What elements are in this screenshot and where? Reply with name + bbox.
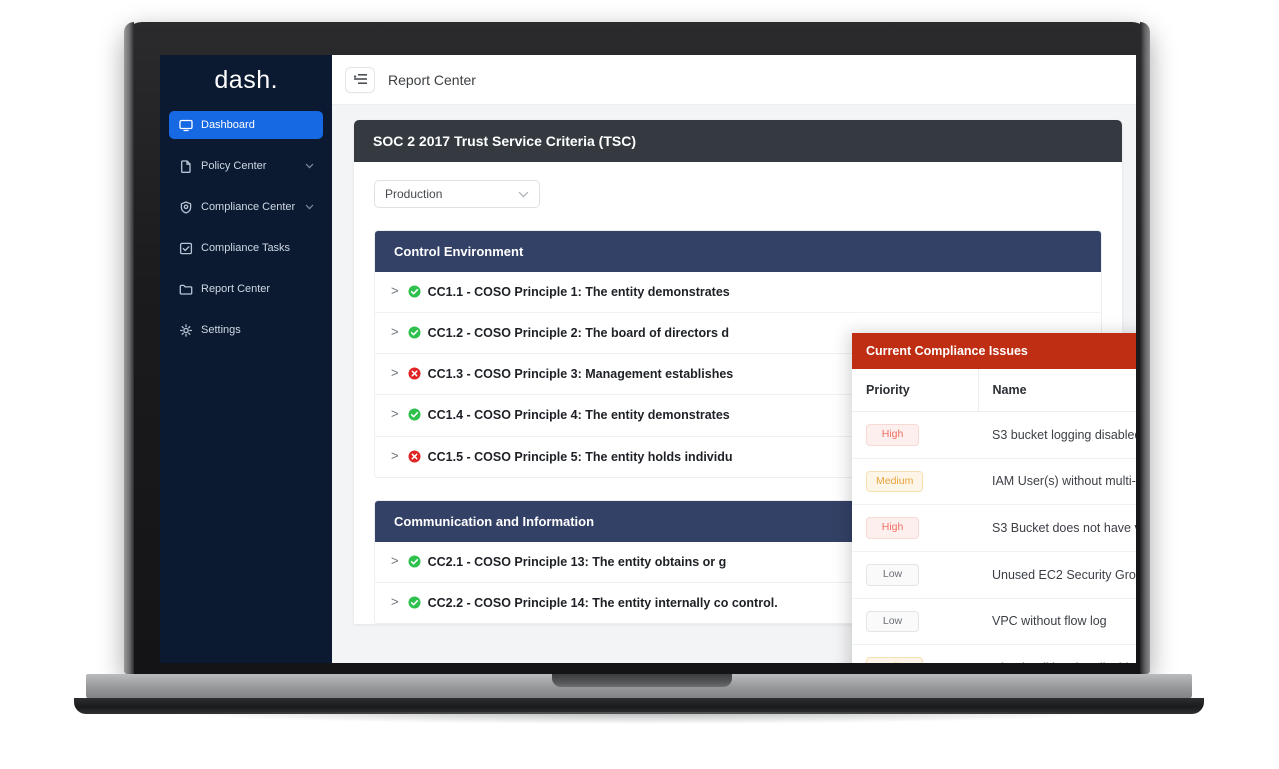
screenshot-stage: dash. Dashboard Policy Center Compliance C… xyxy=(0,0,1279,769)
chevron-right-icon[interactable]: > xyxy=(391,406,399,423)
laptop-shadow xyxy=(180,712,1100,724)
sidebar-item-label: Settings xyxy=(201,324,241,336)
issue-name-cell: S3 Bucket does not have versioning enabl… xyxy=(978,504,1136,552)
gear-icon xyxy=(178,323,193,337)
issue-row[interactable]: High S3 Bucket does not have versioning e… xyxy=(852,504,1136,552)
brand-logo: dash. xyxy=(160,55,332,105)
issue-row[interactable]: High S3 bucket logging disabled xyxy=(852,411,1136,459)
sidebar-item-policy-center[interactable]: Policy Center xyxy=(169,152,323,180)
issues-table: Priority Name High S3 bucket logging disa… xyxy=(852,369,1136,663)
issue-priority-cell: High xyxy=(852,411,978,459)
priority-badge: Medium xyxy=(866,657,924,663)
sidebar-item-label: Compliance Tasks xyxy=(201,242,291,254)
column-header-name[interactable]: Name xyxy=(978,369,1136,412)
issue-row[interactable]: Low VPC without flow log xyxy=(852,598,1136,646)
chevron-down-icon[interactable] xyxy=(305,163,314,169)
control-label: CC1.3 - COSO Principle 3: Management est… xyxy=(427,367,734,382)
issue-priority-cell: Low xyxy=(852,598,978,646)
issue-priority-cell: High xyxy=(852,504,978,552)
issue-priority-cell: Medium xyxy=(852,458,978,506)
control-label: CC2.2 - COSO Principle 14: The entity in… xyxy=(427,595,778,610)
issue-row[interactable]: Low Unused EC2 Security Group(s) detected xyxy=(852,551,1136,599)
sidebar-item-report-center[interactable]: Report Center xyxy=(169,275,323,303)
laptop-screen: dash. Dashboard Policy Center Compliance C… xyxy=(160,55,1136,663)
control-label: CC2.1 - COSO Principle 13: The entity ob… xyxy=(427,554,727,569)
issue-name-cell: IAM User(s) without multi-factor authent… xyxy=(978,458,1136,506)
issue-priority-cell: Medium xyxy=(852,644,978,663)
status-fail-icon xyxy=(408,450,421,463)
sidebar-item-compliance-center[interactable]: Compliance Center xyxy=(169,193,323,221)
status-pass-icon xyxy=(408,408,421,421)
status-pass-icon xyxy=(408,555,421,568)
chevron-right-icon[interactable]: > xyxy=(391,594,399,611)
column-header-priority[interactable]: Priority xyxy=(852,369,979,412)
control-label: CC1.5 - COSO Principle 5: The entity hol… xyxy=(427,449,733,464)
sidebar-item-settings[interactable]: Settings xyxy=(169,316,323,344)
environment-select-value: Production xyxy=(385,187,443,201)
section-title: Control Environment xyxy=(375,231,1101,272)
priority-badge: Low xyxy=(866,610,919,633)
control-label: CC1.2 - COSO Principle 2: The board of d… xyxy=(427,326,730,341)
issue-name-cell: CloudTrail logging disabled xyxy=(978,644,1136,663)
content-area: SOC 2 2017 Trust Service Criteria (TSC) … xyxy=(332,105,1136,663)
priority-badge: Medium xyxy=(866,470,924,493)
issues-table-body: High S3 bucket logging disabled Medium IAM … xyxy=(852,411,1136,663)
card-title: SOC 2 2017 Trust Service Criteria (TSC) xyxy=(354,120,1122,162)
issue-name-cell: VPC without flow log xyxy=(978,598,1136,646)
shield-icon xyxy=(178,200,193,214)
brand-dot: . xyxy=(270,65,278,94)
issues-panel-title: Current Compliance Issues xyxy=(852,333,1136,369)
priority-badge: Low xyxy=(866,563,919,586)
sidebar-item-label: Policy Center xyxy=(201,160,267,172)
status-pass-icon xyxy=(408,596,421,609)
chevron-right-icon[interactable]: > xyxy=(391,324,399,341)
chevron-right-icon[interactable]: > xyxy=(391,365,399,382)
issue-name-cell: Unused EC2 Security Group(s) detected xyxy=(978,551,1136,599)
laptop-lid-right-edge xyxy=(1140,22,1150,674)
status-fail-icon xyxy=(408,367,421,380)
check-box-icon xyxy=(178,241,193,255)
sidebar-item-label: Compliance Center xyxy=(201,201,296,213)
chevron-right-icon[interactable]: > xyxy=(391,553,399,570)
issues-table-header-row: Priority Name xyxy=(852,369,1136,412)
priority-badge: High xyxy=(866,424,919,446)
priority-badge: High xyxy=(866,517,919,539)
sidebar-nav: Dashboard Policy Center Compliance Center C… xyxy=(160,105,332,344)
monitor-icon xyxy=(178,118,193,132)
chevron-down-icon xyxy=(518,191,529,198)
current-compliance-issues-panel: Current Compliance Issues Priority Name … xyxy=(852,333,1136,663)
status-pass-icon xyxy=(408,285,421,298)
chevron-right-icon[interactable]: > xyxy=(391,448,399,465)
application-window: dash. Dashboard Policy Center Compliance C… xyxy=(160,55,1136,663)
list-menu-icon[interactable] xyxy=(345,66,375,93)
issue-name-cell: S3 bucket logging disabled xyxy=(978,411,1136,459)
chevron-right-icon[interactable]: > xyxy=(391,283,399,300)
top-bar: Report Center xyxy=(332,55,1136,105)
brand-name: dash xyxy=(214,65,271,94)
sidebar-item-label: Dashboard xyxy=(201,119,255,131)
control-label: CC1.1 - COSO Principle 1: The entity dem… xyxy=(427,285,730,299)
laptop-deck-notch xyxy=(552,674,732,687)
main-column: Report Center SOC 2 2017 Trust Service C… xyxy=(332,55,1136,663)
issue-priority-cell: Low xyxy=(852,551,978,599)
sidebar: dash. Dashboard Policy Center Compliance C… xyxy=(160,55,332,663)
control-label: CC1.4 - COSO Principle 4: The entity dem… xyxy=(427,408,730,423)
sidebar-item-dashboard[interactable]: Dashboard xyxy=(169,111,323,139)
chevron-down-icon[interactable] xyxy=(305,204,314,210)
status-pass-icon xyxy=(408,326,421,339)
issue-row[interactable]: Medium CloudTrail logging disabled xyxy=(852,644,1136,663)
environment-select[interactable]: Production xyxy=(374,180,540,208)
control-row[interactable]: > CC1.1 - COSO Principle 1: The entity de… xyxy=(375,272,1101,314)
sidebar-item-compliance-tasks[interactable]: Compliance Tasks xyxy=(169,234,323,262)
file-icon xyxy=(178,159,193,173)
issue-row[interactable]: Medium IAM User(s) without multi-factor a… xyxy=(852,458,1136,506)
sidebar-item-label: Report Center xyxy=(201,283,271,295)
page-title: Report Center xyxy=(388,71,476,88)
laptop-lid-left-edge xyxy=(124,22,134,674)
folder-icon xyxy=(178,282,193,296)
